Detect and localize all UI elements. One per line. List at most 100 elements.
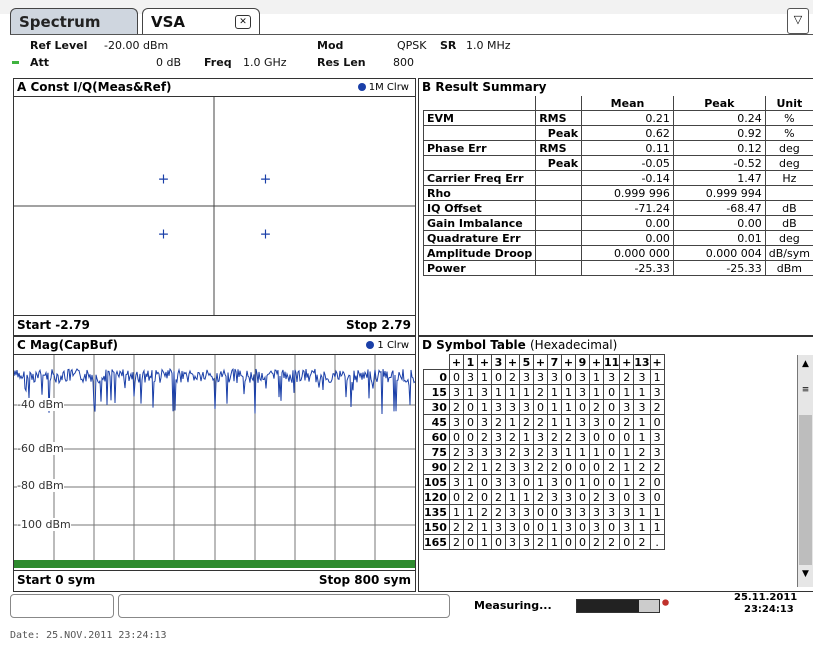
result-row: Gain Imbalance 0.00 0.00 dB: [422, 215, 813, 231]
symbol-cell: 0: [602, 384, 621, 400]
symbol-cell: 1: [560, 384, 576, 400]
symbol-cell: 2: [546, 429, 562, 445]
symbol-offset: 135: [423, 504, 450, 520]
symbol-offset: 15: [423, 384, 450, 400]
symbol-cell: 2: [532, 444, 548, 460]
symbol-cell: 0: [602, 429, 621, 445]
close-icon[interactable]: ✕: [235, 15, 251, 29]
symbol-cell: 1: [546, 384, 562, 400]
result-label: Quadrature Err: [422, 230, 537, 246]
symbol-cell: 0: [476, 474, 492, 490]
symbol-cell: 0: [619, 534, 635, 550]
capture-range-bar: [14, 560, 415, 568]
result-label: Phase Err: [422, 140, 537, 156]
symbol-cell: 3: [574, 504, 590, 520]
symbol-cell: 3: [546, 444, 562, 460]
constellation-point: +: [260, 171, 272, 187]
symbol-cell: 0: [602, 519, 621, 535]
softkey-left[interactable]: [10, 594, 114, 618]
symbol-cell: 1: [532, 474, 548, 490]
y-label-100: -100 dBm: [17, 518, 71, 531]
symbol-cell: 2: [633, 459, 651, 475]
symbol-cell: 1: [633, 384, 651, 400]
constellation-point: +: [158, 227, 170, 243]
result-label: Carrier Freq Err: [422, 170, 537, 186]
symbol-offset: 150: [423, 519, 450, 535]
result-sublabel: [535, 170, 583, 186]
magnitude-stop: Stop 800 sym: [318, 573, 411, 587]
message-field[interactable]: [118, 594, 450, 618]
measuring-status: Measuring...: [474, 599, 552, 612]
reslen-value: 800: [393, 56, 414, 69]
tab-vsa[interactable]: VSA ✕: [142, 8, 260, 35]
result-sublabel: Peak: [535, 125, 583, 141]
symbol-cell: 2: [588, 399, 604, 415]
magnitude-panel[interactable]: C Mag(CapBuf) 1 Clrw -40 dBm -60 dBm -80…: [13, 336, 416, 592]
symbol-cell: 2: [532, 534, 548, 550]
symbol-cell: 3: [649, 384, 665, 400]
scroll-up-icon[interactable]: ▲: [800, 359, 811, 373]
symbol-cell: 3: [448, 474, 464, 490]
toolbar-menu-icon[interactable]: ▽: [787, 8, 809, 34]
symbol-cell: 0: [448, 429, 464, 445]
symbol-cell: 1: [633, 414, 651, 430]
result-unit: %: [764, 110, 813, 126]
symbol-cell: 0: [490, 369, 506, 385]
symbol-cell: 3: [532, 429, 548, 445]
status-time: 23:24:13: [744, 604, 794, 615]
symbol-cell: 3: [546, 489, 562, 505]
symbol-cell: 3: [490, 399, 506, 415]
scroll-grip-icon[interactable]: ≡: [800, 385, 811, 397]
magnitude-legend: 1 Clrw: [366, 337, 409, 354]
symbol-cell: 3: [490, 519, 506, 535]
symbol-cell: 1: [588, 444, 604, 460]
symbol-cell: 3: [532, 369, 548, 385]
symbol-cell: 2: [532, 384, 548, 400]
symbol-cell: 3: [602, 489, 621, 505]
result-unit: Hz: [764, 170, 813, 186]
symbol-cell: 3: [490, 444, 506, 460]
col-peak: Peak: [672, 96, 766, 111]
symbol-cell: 2: [490, 489, 506, 505]
magnitude-title: C Mag(CapBuf) 1 Clrw: [14, 337, 415, 355]
symbol-column-header: 5: [518, 354, 534, 370]
symbol-cell: 2: [633, 474, 651, 490]
symbol-table-panel[interactable]: D Symbol Table (Hexadecimal) +1 +3 +5 +7 +9 +…: [418, 336, 813, 592]
symbol-cell: 0: [602, 444, 621, 460]
symbol-cell: 2: [448, 399, 464, 415]
scroll-thumb[interactable]: [799, 415, 812, 565]
result-summary-panel[interactable]: B Result Summary Mean Peak Unit EVM RMS 0.…: [418, 78, 813, 336]
symbol-cell: 2: [448, 534, 464, 550]
tab-spectrum[interactable]: Spectrum: [10, 8, 138, 35]
symbol-cell: 2: [532, 489, 548, 505]
result-row: Phase Err RMS 0.11 0.12 deg: [422, 140, 813, 156]
symbol-cell: 0: [462, 534, 478, 550]
symbol-cell: 0: [649, 474, 665, 490]
magnitude-plot[interactable]: [14, 355, 415, 570]
freq-value: 1.0 GHz: [243, 56, 287, 69]
result-peak: 0.000 004: [672, 245, 766, 261]
symbol-table-scrollbar[interactable]: ▲ ≡ ▼: [797, 355, 813, 587]
symbol-cell: 2: [532, 459, 548, 475]
symbol-table: +1 +3 +5 +7 +9 +11 +13 + 0 0 3 1 0 2 3 3 3 0 3 1 3 2 3 1 15 3 1 3 1…: [423, 354, 665, 550]
result-summary-title: B Result Summary: [422, 80, 547, 94]
symbol-cell: 3: [619, 504, 635, 520]
symbol-row: 30 2 0 1 3 3 3 0 1 1 0 2 0 3 3 2: [423, 399, 665, 415]
symbol-column-header: 3: [490, 354, 506, 370]
symbol-cell: 1: [649, 369, 665, 385]
constellation-title: A Const I/Q(Meas&Ref) 1M Clrw: [14, 79, 415, 97]
scroll-down-icon[interactable]: ▼: [800, 569, 811, 583]
ref-level-value: -20.00 dBm: [104, 39, 169, 52]
result-sublabel: [535, 185, 583, 201]
symbol-cell: 3: [649, 429, 665, 445]
symbol-offset: 45: [423, 414, 450, 430]
symbol-cell: 0: [532, 504, 548, 520]
symbol-cell: 2: [462, 459, 478, 475]
symbol-cell: 2: [546, 459, 562, 475]
constellation-panel[interactable]: A Const I/Q(Meas&Ref) 1M Clrw + + + + Start…: [13, 78, 416, 336]
sr-value: 1.0 MHz: [466, 39, 511, 52]
result-row: Peak 0.62 0.92%: [422, 125, 813, 141]
constellation-plot[interactable]: + + + +: [14, 97, 415, 315]
result-row: Peak -0.05 -0.52 deg: [422, 155, 813, 171]
symbol-cell: 2: [588, 534, 604, 550]
